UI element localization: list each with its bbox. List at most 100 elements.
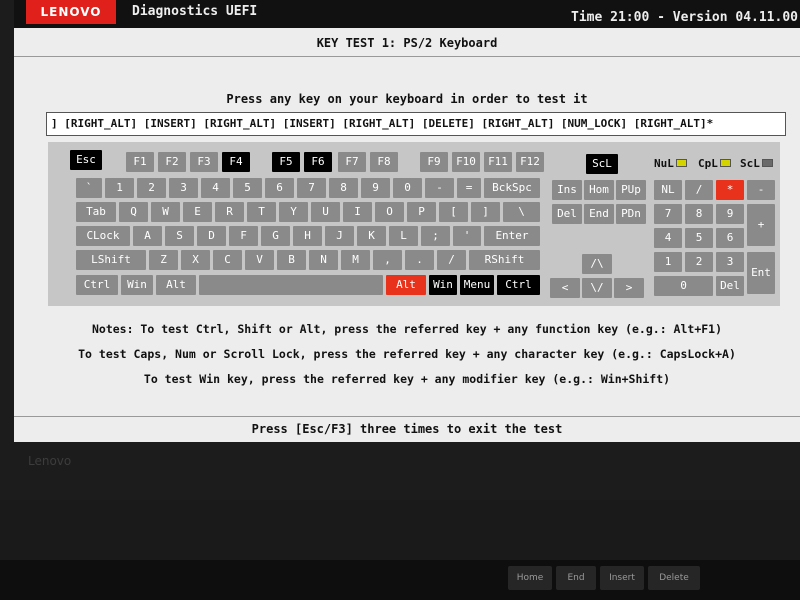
key-f[interactable]: F — [229, 226, 258, 246]
key-equals[interactable]: = — [457, 178, 481, 198]
key-numpad-plus[interactable]: + — [747, 204, 775, 246]
key-numpad-3[interactable]: 3 — [716, 252, 744, 272]
key-backspace[interactable]: BckSpc — [484, 178, 540, 198]
key-c[interactable]: C — [213, 250, 242, 270]
physical-key-end[interactable]: End — [556, 566, 596, 590]
key-numpad-7[interactable]: 7 — [654, 204, 682, 224]
key-s[interactable]: S — [165, 226, 194, 246]
key-q[interactable]: Q — [119, 202, 148, 222]
key-f8[interactable]: F8 — [370, 152, 398, 172]
key-a[interactable]: A — [133, 226, 162, 246]
key-w[interactable]: W — [151, 202, 180, 222]
key-tab[interactable]: Tab — [76, 202, 116, 222]
key-f7[interactable]: F7 — [338, 152, 366, 172]
key-end[interactable]: End — [584, 204, 614, 224]
key-n[interactable]: N — [309, 250, 338, 270]
key-menu[interactable]: Menu — [460, 275, 494, 295]
key-o[interactable]: O — [375, 202, 404, 222]
key-7[interactable]: 7 — [297, 178, 326, 198]
key-numpad-minus[interactable]: - — [747, 180, 775, 200]
key-f6[interactable]: F6 — [304, 152, 332, 172]
key-numpad-9[interactable]: 9 — [716, 204, 744, 224]
key-caps-lock[interactable]: CLock — [76, 226, 130, 246]
key-numpad-enter[interactable]: Ent — [747, 252, 775, 294]
key-j[interactable]: J — [325, 226, 354, 246]
key-e[interactable]: E — [183, 202, 212, 222]
key-arrow-down[interactable]: \/ — [582, 278, 612, 298]
key-numpad-4[interactable]: 4 — [654, 228, 682, 248]
key-p[interactable]: P — [407, 202, 436, 222]
key-i[interactable]: I — [343, 202, 372, 222]
key-right-alt[interactable]: Alt — [386, 275, 426, 295]
key-numpad-8[interactable]: 8 — [685, 204, 713, 224]
key-comma[interactable]: , — [373, 250, 402, 270]
key-numpad-0[interactable]: 0 — [654, 276, 713, 296]
key-u[interactable]: U — [311, 202, 340, 222]
key-z[interactable]: Z — [149, 250, 178, 270]
key-arrow-right[interactable]: > — [614, 278, 644, 298]
key-numpad-2[interactable]: 2 — [685, 252, 713, 272]
key-left-bracket[interactable]: [ — [439, 202, 468, 222]
key-esc[interactable]: Esc — [70, 150, 102, 170]
physical-key-insert[interactable]: Insert — [600, 566, 644, 590]
physical-key-home[interactable]: Home — [508, 566, 552, 590]
key-y[interactable]: Y — [279, 202, 308, 222]
key-slash[interactable]: / — [437, 250, 466, 270]
key-d[interactable]: D — [197, 226, 226, 246]
key-insert[interactable]: Ins — [552, 180, 582, 200]
key-numpad-5[interactable]: 5 — [685, 228, 713, 248]
key-home[interactable]: Hom — [584, 180, 614, 200]
key-0[interactable]: 0 — [393, 178, 422, 198]
key-f3[interactable]: F3 — [190, 152, 218, 172]
key-scroll-lock[interactable]: ScL — [586, 154, 618, 174]
key-period[interactable]: . — [405, 250, 434, 270]
key-9[interactable]: 9 — [361, 178, 390, 198]
key-arrow-left[interactable]: < — [550, 278, 580, 298]
key-2[interactable]: 2 — [137, 178, 166, 198]
key-m[interactable]: M — [341, 250, 370, 270]
key-quote[interactable]: ' — [453, 226, 481, 246]
key-h[interactable]: H — [293, 226, 322, 246]
key-left-win[interactable]: Win — [121, 275, 153, 295]
key-num-lock[interactable]: NL — [654, 180, 682, 200]
key-f9[interactable]: F9 — [420, 152, 448, 172]
key-minus[interactable]: - — [425, 178, 454, 198]
key-5[interactable]: 5 — [233, 178, 262, 198]
key-numpad-6[interactable]: 6 — [716, 228, 744, 248]
key-f12[interactable]: F12 — [516, 152, 544, 172]
key-f4[interactable]: F4 — [222, 152, 250, 172]
key-f5[interactable]: F5 — [272, 152, 300, 172]
key-page-up[interactable]: PUp — [616, 180, 646, 200]
key-right-shift[interactable]: RShift — [469, 250, 540, 270]
key-f11[interactable]: F11 — [484, 152, 512, 172]
key-x[interactable]: X — [181, 250, 210, 270]
key-f1[interactable]: F1 — [126, 152, 154, 172]
key-left-ctrl[interactable]: Ctrl — [76, 275, 118, 295]
key-semicolon[interactable]: ; — [421, 226, 450, 246]
key-numpad-1[interactable]: 1 — [654, 252, 682, 272]
key-k[interactable]: K — [357, 226, 386, 246]
key-right-win[interactable]: Win — [429, 275, 457, 295]
key-8[interactable]: 8 — [329, 178, 358, 198]
key-r[interactable]: R — [215, 202, 244, 222]
key-1[interactable]: 1 — [105, 178, 134, 198]
key-l[interactable]: L — [389, 226, 418, 246]
key-space[interactable] — [199, 275, 383, 295]
key-left-alt[interactable]: Alt — [156, 275, 196, 295]
key-t[interactable]: T — [247, 202, 276, 222]
key-enter[interactable]: Enter — [484, 226, 540, 246]
key-g[interactable]: G — [261, 226, 290, 246]
key-6[interactable]: 6 — [265, 178, 294, 198]
key-backslash[interactable]: \ — [503, 202, 540, 222]
key-backtick[interactable]: ` — [76, 178, 102, 198]
key-arrow-up[interactable]: /\ — [582, 254, 612, 274]
key-page-down[interactable]: PDn — [616, 204, 646, 224]
key-delete[interactable]: Del — [552, 204, 582, 224]
key-4[interactable]: 4 — [201, 178, 230, 198]
key-b[interactable]: B — [277, 250, 306, 270]
key-left-shift[interactable]: LShift — [76, 250, 146, 270]
key-f2[interactable]: F2 — [158, 152, 186, 172]
key-numpad-delete[interactable]: Del — [716, 276, 744, 296]
key-right-ctrl[interactable]: Ctrl — [497, 275, 540, 295]
key-right-bracket[interactable]: ] — [471, 202, 500, 222]
